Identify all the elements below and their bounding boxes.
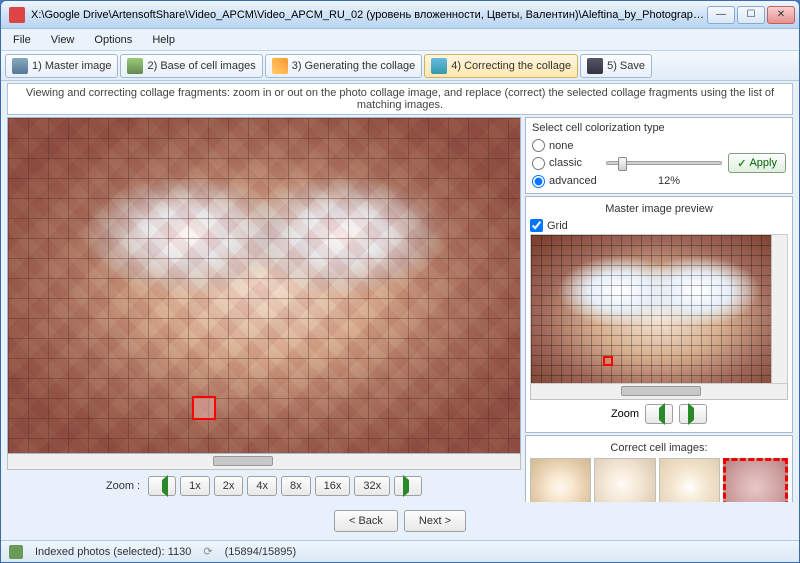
- preview-zoom-controls: Zoom: [530, 400, 788, 428]
- radio-none-label: none: [549, 140, 573, 152]
- preview-selection-marker[interactable]: [603, 356, 613, 366]
- tab-label: 1) Master image: [32, 60, 111, 72]
- tab-label: 3) Generating the collage: [292, 60, 416, 72]
- mosaic-grid-overlay: [8, 118, 520, 453]
- menu-options[interactable]: Options: [90, 32, 136, 48]
- tab-label: 5) Save: [607, 60, 645, 72]
- tab-correcting-collage[interactable]: 4) Correcting the collage: [424, 54, 578, 78]
- grid-checkbox-row[interactable]: Grid: [530, 217, 788, 234]
- status-progress: (15894/15895): [225, 546, 297, 558]
- preview-zoom-in-button[interactable]: [679, 404, 707, 424]
- save-icon: [587, 58, 603, 74]
- radio-classic[interactable]: [532, 157, 545, 170]
- cells-title: Correct cell images:: [530, 440, 788, 458]
- cell-thumb-1[interactable]: [594, 458, 655, 502]
- zoom-16x-button[interactable]: 16x: [315, 476, 351, 496]
- tab-generating-collage[interactable]: 3) Generating the collage: [265, 54, 423, 78]
- preview-viewport[interactable]: [530, 234, 788, 384]
- colorization-percent: 12%: [600, 173, 738, 189]
- collage-panel: Zoom : 1x 2x 4x 8x 16x 32x: [7, 117, 521, 502]
- menu-help[interactable]: Help: [148, 32, 179, 48]
- zoom-out-button[interactable]: [148, 476, 176, 496]
- maximize-button[interactable]: ☐: [737, 6, 765, 24]
- app-window: X:\Google Drive\ArtensoftShare\Video_APC…: [0, 0, 800, 563]
- grid-label: Grid: [547, 220, 568, 232]
- cells-row: [530, 458, 788, 502]
- radio-advanced[interactable]: [532, 175, 545, 188]
- instruction-text: Viewing and correcting collage fragments…: [7, 83, 793, 115]
- magic-wand-icon: [272, 58, 288, 74]
- master-image-icon: [12, 58, 28, 74]
- radio-none[interactable]: [532, 139, 545, 152]
- tab-master-image[interactable]: 1) Master image: [5, 54, 118, 78]
- collage-hscrollbar[interactable]: [7, 454, 521, 470]
- arrow-right-icon: [403, 480, 414, 492]
- zoom-controls: Zoom : 1x 2x 4x 8x 16x 32x: [7, 470, 521, 502]
- preview-panel: Master image preview Grid: [525, 196, 793, 433]
- preview-grid-overlay: [531, 235, 787, 383]
- step-toolbar: 1) Master image 2) Base of cell images 3…: [1, 51, 799, 81]
- menu-file[interactable]: File: [9, 32, 35, 48]
- radio-advanced-row[interactable]: advanced: [532, 173, 600, 189]
- selected-cell-marker[interactable]: [192, 396, 216, 420]
- app-icon: [9, 7, 25, 23]
- arrow-right-icon: [688, 408, 699, 420]
- arrow-left-icon: [157, 480, 168, 492]
- window-controls: — ☐ ✕: [707, 6, 795, 24]
- tab-label: 4) Correcting the collage: [451, 60, 571, 72]
- slider-thumb[interactable]: [618, 157, 627, 171]
- menu-view[interactable]: View: [47, 32, 79, 48]
- statusbar: Indexed photos (selected): 1130 ⟳ (15894…: [1, 540, 799, 562]
- preview-hscrollbar[interactable]: [530, 384, 788, 400]
- radio-none-row[interactable]: none: [532, 138, 786, 153]
- zoom-in-button[interactable]: [394, 476, 422, 496]
- cell-images-icon: [127, 58, 143, 74]
- radio-advanced-label: advanced: [549, 175, 597, 187]
- correct-cells-panel: Correct cell images:: [525, 435, 793, 502]
- window-title: X:\Google Drive\ArtensoftShare\Video_APC…: [31, 9, 707, 21]
- zoom-8x-button[interactable]: 8x: [281, 476, 311, 496]
- zoom-32x-button[interactable]: 32x: [354, 476, 390, 496]
- colorization-slider[interactable]: [606, 161, 722, 165]
- cube-icon: [431, 58, 447, 74]
- close-button[interactable]: ✕: [767, 6, 795, 24]
- colorization-title: Select cell colorization type: [532, 122, 786, 134]
- next-button[interactable]: Next >: [404, 510, 466, 532]
- status-icon: [9, 545, 23, 559]
- apply-button[interactable]: Apply: [728, 153, 786, 173]
- preview-title: Master image preview: [530, 201, 788, 217]
- grid-checkbox[interactable]: [530, 219, 543, 232]
- menubar: File View Options Help: [1, 29, 799, 51]
- preview-zoom-out-button[interactable]: [645, 404, 673, 424]
- titlebar: X:\Google Drive\ArtensoftShare\Video_APC…: [1, 1, 799, 29]
- zoom-2x-button[interactable]: 2x: [214, 476, 244, 496]
- tab-label: 2) Base of cell images: [147, 60, 255, 72]
- content-area: Viewing and correcting collage fragments…: [1, 81, 799, 540]
- radio-classic-row[interactable]: classic: [532, 156, 600, 171]
- zoom-4x-button[interactable]: 4x: [247, 476, 277, 496]
- scrollbar-thumb[interactable]: [621, 386, 701, 396]
- collage-viewport[interactable]: [7, 117, 521, 454]
- minimize-button[interactable]: —: [707, 6, 735, 24]
- main-area: Zoom : 1x 2x 4x 8x 16x 32x Select cell c…: [7, 117, 793, 502]
- cell-thumb-0[interactable]: [530, 458, 591, 502]
- cell-thumb-2[interactable]: [659, 458, 720, 502]
- preview-zoom-label: Zoom: [611, 408, 639, 420]
- scrollbar-thumb[interactable]: [213, 456, 273, 466]
- radio-classic-label: classic: [549, 157, 582, 169]
- preview-vscrollbar[interactable]: [771, 235, 787, 383]
- arrow-left-icon: [654, 408, 665, 420]
- nav-buttons: < Back Next >: [7, 502, 793, 536]
- collage-canvas: [8, 118, 520, 453]
- right-panel: Select cell colorization type none class…: [525, 117, 793, 502]
- cell-thumb-3[interactable]: [723, 458, 788, 502]
- apply-label: Apply: [749, 157, 777, 169]
- zoom-label: Zoom :: [106, 480, 140, 492]
- colorization-panel: Select cell colorization type none class…: [525, 117, 793, 194]
- status-indexed: Indexed photos (selected): 1130: [35, 546, 191, 558]
- tab-base-cell-images[interactable]: 2) Base of cell images: [120, 54, 262, 78]
- tab-save[interactable]: 5) Save: [580, 54, 652, 78]
- zoom-1x-button[interactable]: 1x: [180, 476, 210, 496]
- back-button[interactable]: < Back: [334, 510, 398, 532]
